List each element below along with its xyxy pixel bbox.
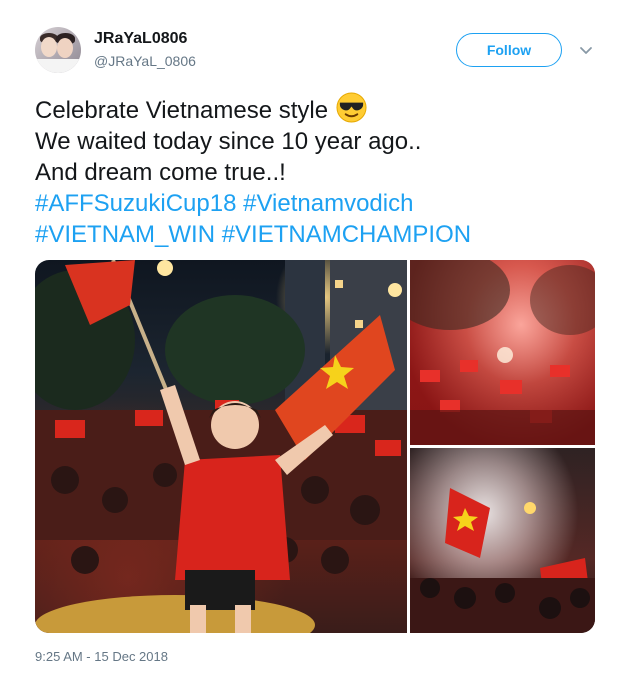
photo-main-illustration	[35, 260, 407, 633]
user-handle[interactable]: @JRaYaL_0806	[94, 53, 196, 69]
hashtag-link[interactable]: #AFFSuzukiCup18	[35, 190, 236, 217]
photo-crowd-flares[interactable]	[410, 260, 595, 445]
display-name[interactable]: JRaYaL0806	[94, 30, 187, 48]
chevron-down-icon[interactable]	[578, 42, 594, 58]
hashtag-link[interactable]: #VIETNAM_WIN	[35, 221, 215, 248]
avatar[interactable]	[35, 27, 81, 73]
tweet-text: Celebrate Vietnamese style We waited tod…	[35, 92, 595, 250]
tweet-line-3: And dream come true..!	[35, 159, 286, 186]
tweet-line-1: Celebrate Vietnamese style	[35, 92, 595, 126]
follow-button[interactable]: Follow	[456, 33, 562, 67]
hashtag-link[interactable]: #VIETNAMCHAMPION	[222, 221, 471, 248]
media-grid	[35, 260, 595, 633]
photo-crowd-flags-smoke[interactable]	[410, 448, 595, 633]
photo-bottom-illustration	[410, 488, 595, 633]
hashtag-line-2: #VIETNAM_WIN #VIETNAMCHAMPION	[35, 219, 595, 250]
tweet-line-1-text: Celebrate Vietnamese style	[35, 97, 329, 124]
tweet-card: JRaYaL0806 @JRaYaL_0806 Follow Celebrate…	[0, 0, 630, 680]
photo-top-illustration	[410, 260, 595, 445]
hashtag-line-1: #AFFSuzukiCup18 #Vietnamvodich	[35, 188, 595, 219]
hashtag-link[interactable]: #Vietnamvodich	[243, 190, 413, 217]
tweet-timestamp[interactable]: 9:25 AM - 15 Dec 2018	[35, 649, 168, 664]
sunglasses-emoji-icon	[336, 92, 367, 123]
photo-street-celebration[interactable]	[35, 260, 407, 633]
tweet-line-2: We waited today since 10 year ago..	[35, 128, 422, 155]
